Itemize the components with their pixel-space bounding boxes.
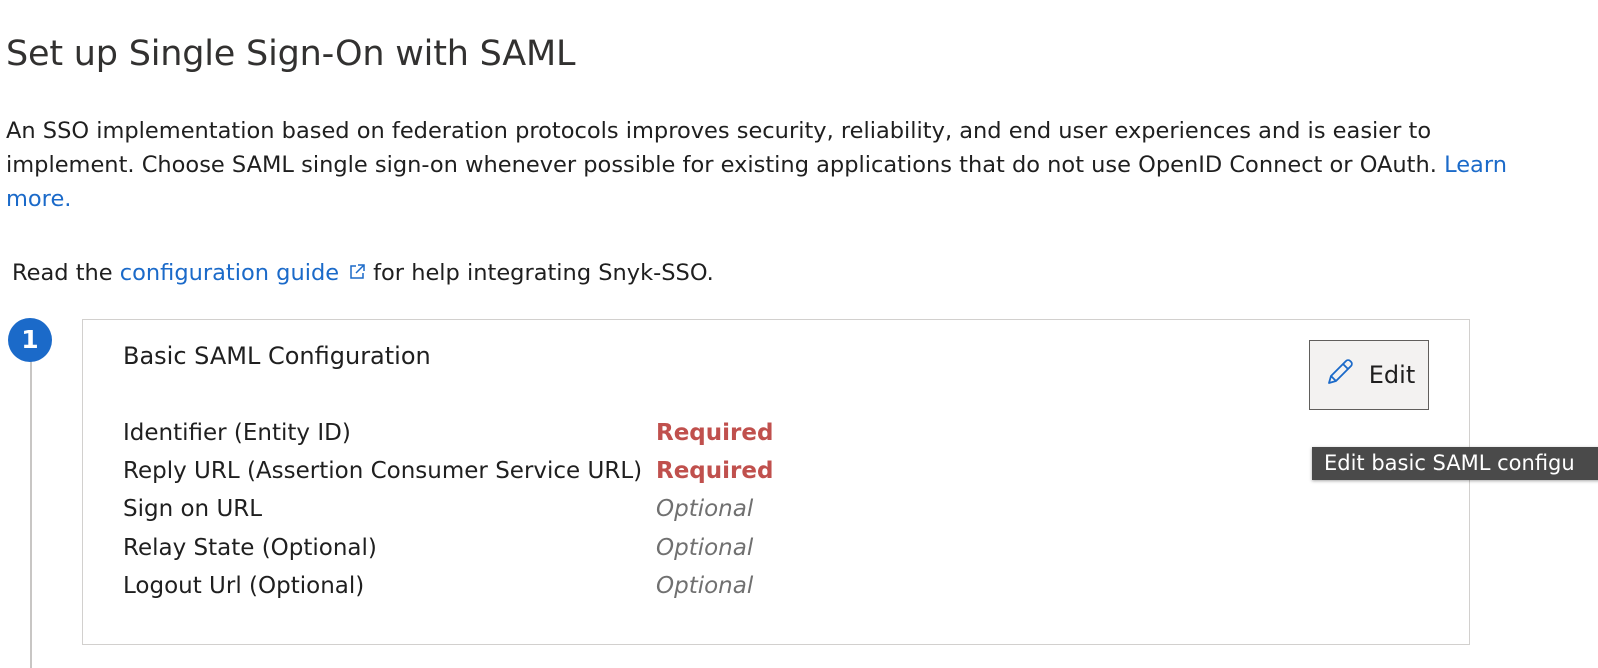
field-status: Optional bbox=[656, 534, 754, 561]
field-label: Logout Url (Optional) bbox=[123, 572, 365, 599]
field-label: Relay State (Optional) bbox=[123, 534, 377, 561]
pencil-icon bbox=[1323, 355, 1357, 395]
edit-tooltip: Edit basic SAML configu bbox=[1312, 447, 1598, 480]
field-label: Identifier (Entity ID) bbox=[123, 420, 351, 446]
field-status: Optional bbox=[656, 496, 754, 523]
field-label: Sign on URL bbox=[123, 496, 263, 523]
configuration-guide-link[interactable]: configuration guide bbox=[120, 260, 373, 286]
step-connector-line bbox=[30, 358, 32, 668]
step-number-badge: 1 bbox=[8, 318, 52, 362]
edit-button[interactable]: Edit bbox=[1309, 340, 1429, 410]
basic-saml-configuration-card: Basic SAML Configuration Edit Identifier… bbox=[82, 319, 1470, 645]
external-link-icon bbox=[347, 258, 367, 292]
field-status: Required bbox=[656, 420, 774, 446]
intro-paragraph: An SSO implementation based on federatio… bbox=[6, 114, 1551, 216]
guide-suffix: for help integrating Snyk-SSO. bbox=[373, 260, 714, 286]
card-title: Basic SAML Configuration bbox=[123, 342, 431, 370]
configuration-guide-link-label: configuration guide bbox=[119, 260, 340, 286]
intro-text: An SSO implementation based on federatio… bbox=[6, 118, 1437, 178]
field-status: Optional bbox=[656, 572, 754, 599]
page-title: Set up Single Sign-On with SAML bbox=[6, 34, 576, 74]
guide-prefix: Read the bbox=[12, 260, 113, 286]
configuration-guide-line: Read the configuration guide for help int… bbox=[12, 256, 714, 292]
saml-sso-page: Set up Single Sign-On with SAML An SSO i… bbox=[0, 0, 1598, 668]
edit-button-label: Edit bbox=[1368, 361, 1416, 389]
field-label: Reply URL (Assertion Consumer Service UR… bbox=[123, 458, 643, 485]
field-status: Required bbox=[656, 458, 774, 485]
